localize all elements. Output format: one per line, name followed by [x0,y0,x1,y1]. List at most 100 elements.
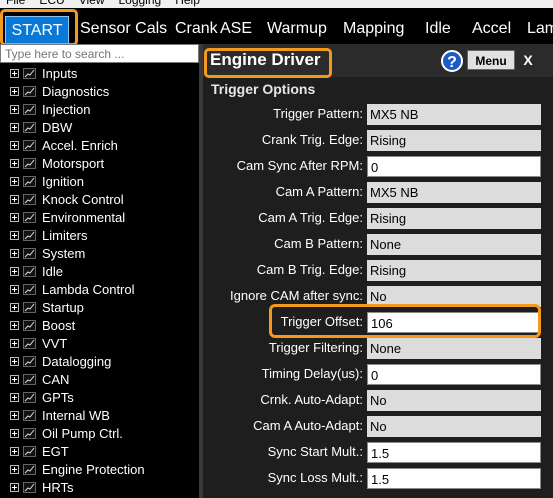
expand-icon[interactable] [10,410,19,420]
tree-item-label: Inputs [42,65,78,81]
tab-idle[interactable]: Idle [425,14,451,44]
field-dropdown[interactable]: No [367,390,541,411]
expand-icon[interactable] [10,140,19,150]
field-input[interactable]: 0 [367,156,541,177]
expand-icon[interactable] [10,482,19,492]
tree-item[interactable]: Inputs [0,64,199,82]
expand-icon[interactable] [10,122,19,132]
tree-item[interactable]: Environmental [0,208,199,226]
field-label: Crank Trig. Edge: [261,132,363,147]
expand-icon[interactable] [10,158,19,168]
expand-icon[interactable] [10,212,19,222]
expand-icon[interactable] [10,338,19,348]
menu-file[interactable]: File [6,0,25,8]
field-dropdown[interactable]: MX5 NB [367,182,541,203]
tree-item[interactable]: Limiters [0,226,199,244]
tree-item[interactable]: Diagnostics [0,82,199,100]
panel-header: Engine Driver ? Menu X [203,44,553,78]
tab-accel[interactable]: Accel [472,14,511,44]
tree-item[interactable]: Motorsport [0,154,199,172]
tab-crank[interactable]: Crank [175,14,218,44]
tree-item[interactable]: EGT [0,442,199,460]
tree-item[interactable]: Oil Pump Ctrl. [0,424,199,442]
tree-item[interactable]: Startup [0,298,199,316]
field-dropdown[interactable]: None [367,338,541,359]
expand-icon[interactable] [10,446,19,456]
menu-button[interactable]: Menu [467,50,515,70]
tab-ase[interactable]: ASE [220,14,252,44]
tree-item-label: Datalogging [42,353,112,369]
expand-icon[interactable] [10,68,19,78]
menu-view[interactable]: View [79,0,105,8]
tree-item[interactable]: VVT [0,334,199,352]
expand-icon[interactable] [10,320,19,330]
tree-item[interactable]: Boost [0,316,199,334]
tree-item-label: CAN [42,371,70,387]
field-dropdown[interactable]: Rising [367,260,541,281]
expand-icon[interactable] [10,356,19,366]
engine-driver-panel: Engine Driver ? Menu X Trigger Options T… [203,44,553,498]
field-input[interactable]: 0 [367,364,541,385]
expand-icon[interactable] [10,302,19,312]
tree-item[interactable]: Knock Control [0,190,199,208]
tab-sensor-cals[interactable]: Sensor Cals [80,14,167,44]
tree-item[interactable]: DBW [0,118,199,136]
tree-item[interactable]: System [0,244,199,262]
tree-item[interactable]: Accel. Enrich [0,136,199,154]
expand-icon[interactable] [10,464,19,474]
tree-item[interactable]: Datalogging [0,352,199,370]
tab-warmup[interactable]: Warmup [267,14,327,44]
field-input[interactable]: 1.5 [367,468,541,489]
chart-icon [23,85,36,97]
tab-lambda[interactable]: Lam [527,14,553,44]
field-dropdown[interactable]: MX5 NB [367,104,541,125]
expand-icon[interactable] [10,428,19,438]
expand-icon[interactable] [10,374,19,384]
field-row: Sync Loss Mult.: 1.5 [203,468,553,490]
tree-item-label: System [42,245,86,261]
tree-item[interactable]: Engine Protection [0,460,199,478]
menu-help[interactable]: Help [175,0,200,8]
tree-item[interactable]: CAN [0,370,199,388]
menu-ecu[interactable]: ECU [39,0,64,8]
expand-icon[interactable] [10,194,19,204]
tab-mapping[interactable]: Mapping [343,14,404,44]
expand-icon[interactable] [10,104,19,114]
field-row: Trigger Filtering: None [203,338,553,360]
tree-item[interactable]: Internal WB [0,406,199,424]
tree-item-label: Environmental [42,209,126,225]
help-icon[interactable]: ? [441,50,463,72]
menu-logging[interactable]: Logging [118,0,161,8]
chart-icon [23,283,36,295]
field-label: Sync Loss Mult.: [267,470,363,485]
chart-icon [23,409,36,421]
expand-icon[interactable] [10,392,19,402]
field-row: Trigger Pattern: MX5 NB [203,104,553,126]
field-dropdown[interactable]: No [367,416,541,437]
expand-icon[interactable] [10,284,19,294]
tree-item-label: Motorsport [42,155,105,171]
expand-icon[interactable] [10,176,19,186]
field-dropdown[interactable]: Rising [367,130,541,151]
expand-icon[interactable] [10,86,19,96]
tree-item[interactable]: GPTs [0,388,199,406]
field-input[interactable]: 1.5 [367,442,541,463]
section-heading: Trigger Options [211,81,316,97]
expand-icon[interactable] [10,230,19,240]
tree-item-label: HRTs [42,479,74,495]
tree-item-label: DBW [42,119,73,135]
tree-item[interactable]: Idle [0,262,199,280]
field-dropdown[interactable]: Rising [367,208,541,229]
expand-icon[interactable] [10,248,19,258]
close-button[interactable]: X [517,50,539,70]
tree-item[interactable]: Ignition [0,172,199,190]
search-input[interactable] [0,44,199,63]
tree-item[interactable]: Lambda Control [0,280,199,298]
tree-item[interactable]: Injection [0,100,199,118]
field-dropdown[interactable]: None [367,234,541,255]
tab-bar: START Sensor Cals Crank ASE Warmup Mappi… [0,8,553,44]
chart-icon [23,157,36,169]
tab-start[interactable]: START [5,16,69,44]
expand-icon[interactable] [10,266,19,276]
tree-item[interactable]: HRTs [0,478,199,496]
